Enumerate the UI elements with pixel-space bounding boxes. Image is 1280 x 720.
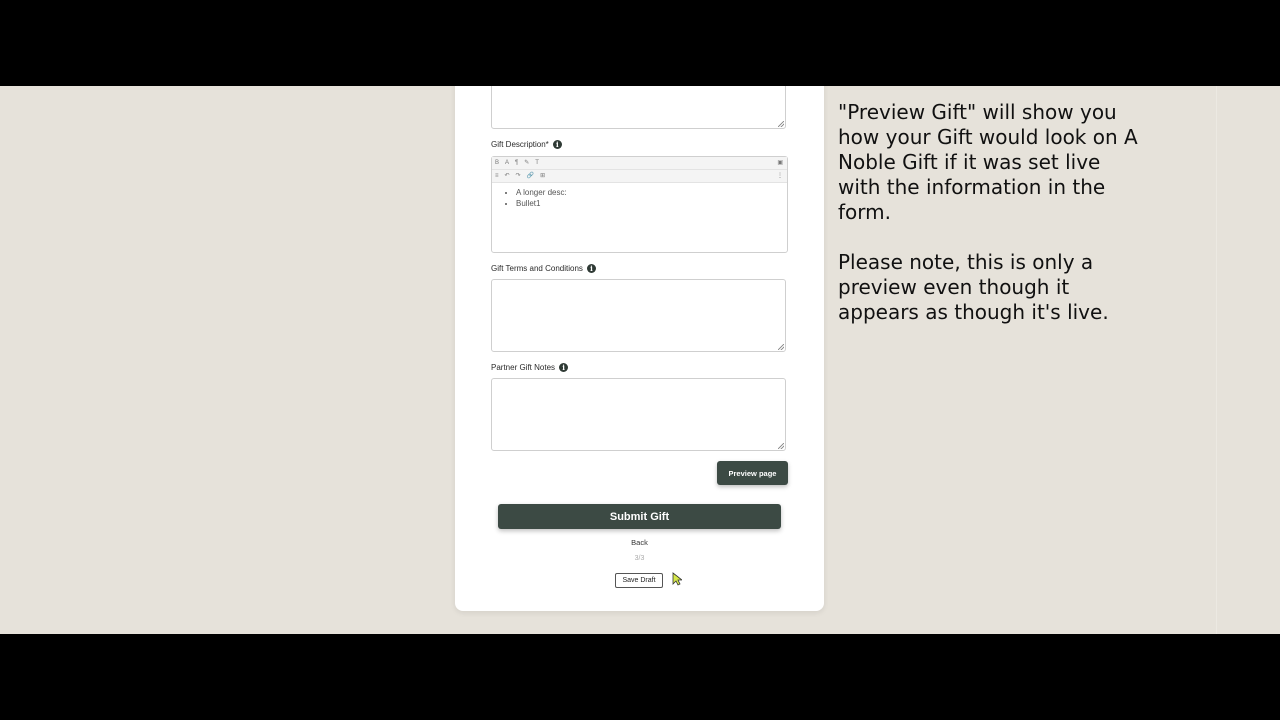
font-color-icon[interactable]: A — [505, 157, 509, 169]
info-icon[interactable]: i — [559, 363, 569, 372]
partner-notes-label-text: Partner Gift Notes — [491, 363, 556, 372]
step-indicator: 3/3 — [634, 555, 645, 562]
editor-toolbar-row-1: B A ¶ ✎ T ▣ — [492, 157, 787, 170]
gift-description-label-text: Gift Description* — [491, 140, 549, 149]
info-icon[interactable]: i — [586, 264, 596, 273]
resize-handle[interactable] — [778, 443, 784, 449]
partner-notes-label: Partner Gift Notes i — [491, 363, 569, 372]
bold-icon[interactable]: B — [495, 157, 499, 169]
resize-handle[interactable] — [778, 121, 784, 127]
annotation-paragraph-1: "Preview Gift" will show you how your Gi… — [838, 100, 1138, 224]
align-icon[interactable]: ≡ — [495, 170, 499, 182]
gift-terms-label-text: Gift Terms and Conditions — [491, 264, 583, 273]
list-item: A longer desc: — [516, 187, 787, 198]
back-link[interactable]: Back — [455, 538, 824, 547]
editor-content[interactable]: A longer desc: Bullet1 — [492, 183, 787, 209]
resize-handle[interactable] — [778, 344, 784, 350]
redo-icon[interactable]: ↷ — [516, 170, 521, 182]
gift-terms-textarea[interactable] — [491, 279, 786, 352]
partner-notes-textarea[interactable] — [491, 378, 786, 451]
paragraph-icon[interactable]: ¶ — [515, 157, 518, 169]
preview-page-button[interactable]: Preview page — [717, 461, 788, 485]
image-icon[interactable]: ▣ — [777, 157, 783, 169]
submit-gift-button[interactable]: Submit Gift — [498, 504, 781, 529]
table-icon[interactable]: ⊞ — [540, 170, 545, 182]
editor-toolbar-row-2: ≡ ↶ ↷ 🔗 ⊞ ⋮ — [492, 170, 787, 183]
gift-description-label: Gift Description* i — [491, 140, 562, 149]
info-icon[interactable]: i — [552, 140, 562, 149]
link-icon[interactable]: 🔗 — [527, 170, 534, 182]
save-draft-button[interactable]: Save Draft — [615, 573, 663, 588]
mouse-cursor-icon — [672, 572, 682, 586]
annotation-panel: "Preview Gift" will show you how your Gi… — [838, 100, 1138, 350]
gift-description-editor[interactable]: B A ¶ ✎ T ▣ ≡ ↶ ↷ 🔗 ⊞ ⋮ A longer desc: B… — [491, 156, 788, 253]
app-viewport: Gift Description* i B A ¶ ✎ T ▣ ≡ ↶ ↷ 🔗 … — [0, 86, 1280, 634]
gift-form-card: Gift Description* i B A ¶ ✎ T ▣ ≡ ↶ ↷ 🔗 … — [455, 86, 824, 611]
annotation-paragraph-2: Please note, this is only a preview even… — [838, 250, 1109, 324]
list-item: Bullet1 — [516, 198, 787, 209]
eraser-icon[interactable]: ✎ — [524, 157, 529, 169]
gift-terms-label: Gift Terms and Conditions i — [491, 264, 596, 273]
viewport-divider — [1216, 86, 1217, 634]
text-size-icon[interactable]: T — [535, 157, 539, 169]
previous-textarea[interactable] — [491, 86, 786, 129]
undo-icon[interactable]: ↶ — [505, 170, 510, 182]
more-options-icon[interactable]: ⋮ — [777, 170, 783, 182]
